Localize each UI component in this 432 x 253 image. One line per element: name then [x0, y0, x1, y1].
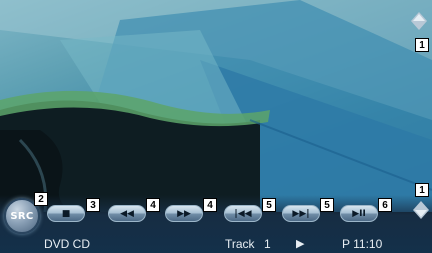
next-track-button[interactable]: ▶▶|: [282, 205, 320, 222]
callout-3: 3: [86, 198, 100, 212]
callout-4-ff: 4: [203, 198, 217, 212]
media-type-label: DVD CD: [44, 237, 91, 251]
playback-time: P 11:10: [342, 237, 383, 251]
callout-1-down: 1: [415, 183, 429, 197]
up-arrow-icon: [411, 12, 427, 30]
video-image: [0, 0, 432, 212]
play-pause-button[interactable]: ▶II: [340, 205, 378, 222]
callout-5-next: 5: [320, 198, 334, 212]
scroll-up-button[interactable]: [411, 12, 427, 30]
fast-forward-button[interactable]: ▶▶: [165, 205, 203, 222]
callout-1-up: 1: [415, 38, 429, 52]
previous-track-button[interactable]: |◀◀: [224, 205, 262, 222]
stop-button[interactable]: ■: [47, 205, 85, 222]
callout-6: 6: [378, 198, 392, 212]
callout-5-prev: 5: [262, 198, 276, 212]
scroll-down-button[interactable]: [413, 201, 429, 219]
video-player-screen: 1 1 SRC 2 ■ 3 ◀◀ 4 ▶▶ 4 |◀◀ 5 ▶▶| 5 ▶II …: [0, 0, 432, 253]
track-label: Track: [225, 237, 255, 251]
callout-2: 2: [34, 192, 48, 206]
rewind-button[interactable]: ◀◀: [108, 205, 146, 222]
down-arrow-icon: [413, 201, 429, 219]
video-frame: [0, 0, 432, 212]
callout-4-rew: 4: [146, 198, 160, 212]
track-number: 1: [264, 237, 271, 251]
play-status-icon: ▶: [296, 238, 305, 250]
